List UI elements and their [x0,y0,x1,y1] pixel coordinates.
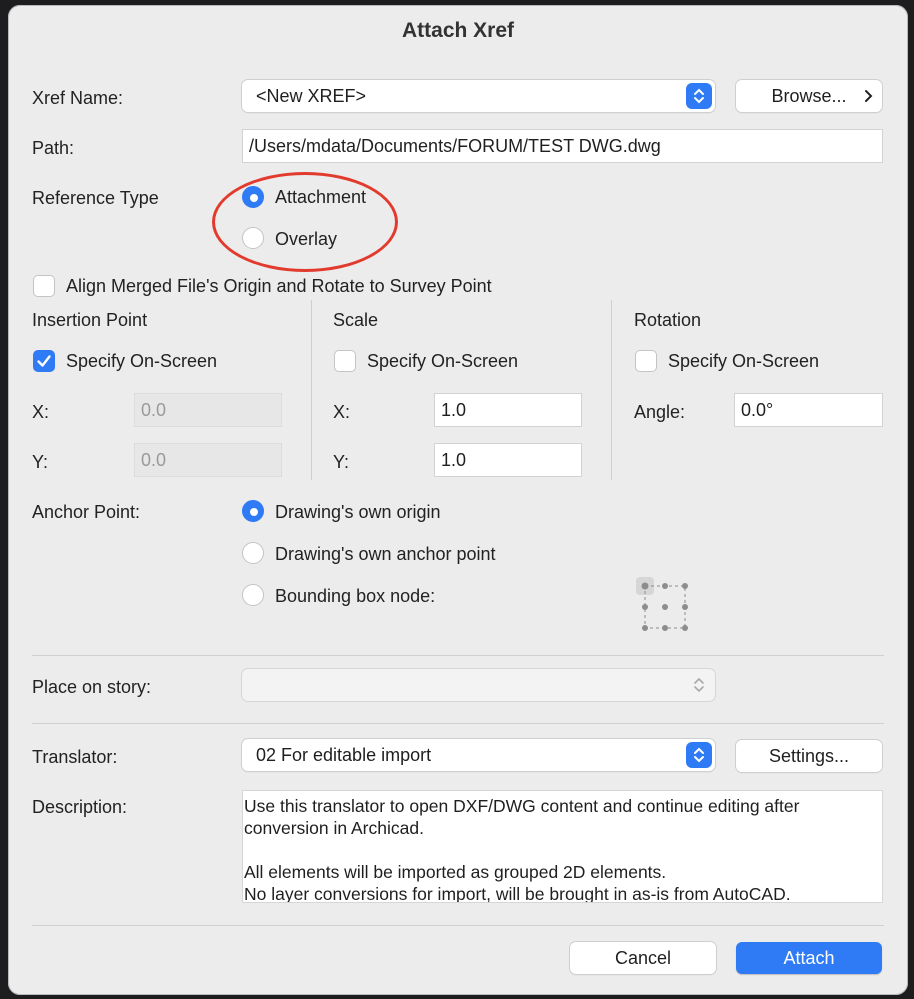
description-label: Description: [32,797,128,817]
reference-type-label: Reference Type [32,188,159,208]
insertion-specify-label: Specify On-Screen [66,351,218,371]
place-on-story-label: Place on story: [32,677,152,697]
scale-x-label: X: [333,402,351,422]
insertion-y-label: Y: [32,452,49,472]
column-divider [311,300,312,480]
align-label: Align Merged File's Origin and Rotate to… [66,276,492,296]
rotation-title: Rotation [634,310,702,330]
section-divider [32,723,884,724]
bounding-box-node-grid-icon[interactable] [635,576,695,641]
angle-field[interactable]: 0.0° [734,393,883,427]
cancel-button[interactable]: Cancel [570,942,716,974]
dialog-title: Attach Xref [401,19,515,42]
xref-name-label: Xref Name: [32,88,124,108]
anchor-point-label: Anchor Point: [32,502,141,522]
radio-bounding-box-node[interactable] [242,584,264,606]
description-text-area[interactable]: Use this translator to open DXF/DWG cont… [242,790,883,903]
translator-popup[interactable]: 02 For editable import [242,739,715,771]
browse-button-label: Browse... [771,86,847,106]
insertion-y-field[interactable]: 0.0 [134,443,282,477]
scale-y-field[interactable]: 1.0 [434,443,582,477]
scale-specify-checkbox[interactable] [334,350,356,372]
xref-name-value: <New XREF> [256,86,367,106]
insertion-specify-checkbox[interactable] [33,350,55,372]
scale-specify-label: Specify On-Screen [367,351,519,371]
rotation-specify-checkbox[interactable] [635,350,657,372]
description-line: conversion in Archicad. [244,818,424,838]
column-divider [611,300,612,480]
own-origin-label: Drawing's own origin [275,502,441,522]
popup-stepper-icon [686,742,712,768]
xref-name-popup[interactable]: <New XREF> [242,80,715,112]
attach-button[interactable]: Attach [736,942,882,974]
section-divider [32,655,884,656]
description-line: Use this translator to open DXF/DWG cont… [244,796,800,816]
chevron-right-icon [864,80,874,122]
scale-title: Scale [333,310,379,330]
rotation-specify-label: Specify On-Screen [668,351,820,371]
popup-stepper-icon [686,83,712,109]
translator-label: Translator: [32,747,118,767]
description-line: No layer conversions for import, will be… [244,884,791,903]
radio-attachment[interactable] [242,186,264,208]
attachment-label: Attachment [275,187,367,207]
translator-value: 02 For editable import [256,745,432,765]
angle-label: Angle: [634,402,686,422]
scale-y-label: Y: [333,452,350,472]
own-anchor-point-label: Drawing's own anchor point [275,544,496,564]
popup-stepper-icon [686,672,712,698]
checkmark-icon [37,355,51,367]
insertion-x-field[interactable]: 0.0 [134,393,282,427]
insertion-x-label: X: [32,402,50,422]
insertion-point-title: Insertion Point [32,310,148,330]
radio-overlay[interactable] [242,227,264,249]
settings-button[interactable]: Settings... [736,740,882,772]
description-line: All elements will be imported as grouped… [244,862,667,882]
align-checkbox[interactable] [33,275,55,297]
scale-x-field[interactable]: 1.0 [434,393,582,427]
place-on-story-popup[interactable] [242,669,715,701]
overlay-label: Overlay [275,229,338,249]
browse-button[interactable]: Browse... [736,80,882,112]
radio-own-origin[interactable] [242,500,264,522]
attach-xref-dialog: Attach Xref Xref Name: <New XREF> Browse… [8,5,908,995]
path-label: Path: [32,138,75,158]
radio-own-anchor-point[interactable] [242,542,264,564]
section-divider [32,925,884,926]
path-field[interactable]: /Users/mdata/Documents/FORUM/TEST DWG.dw… [242,129,883,163]
bounding-box-node-label: Bounding box node: [275,586,436,606]
